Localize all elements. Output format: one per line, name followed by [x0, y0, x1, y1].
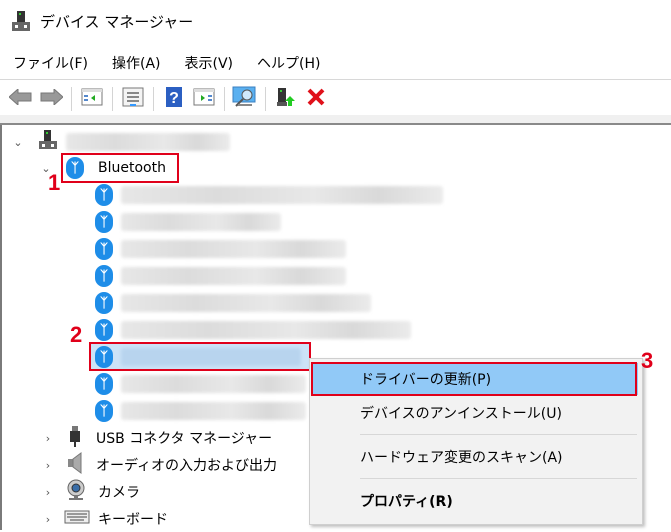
category-label: USB コネクタ マネージャー: [96, 431, 273, 447]
bluetooth-device[interactable]: ᛉ: [95, 398, 306, 424]
menu-bar: ファイル(F) 操作(A) 表示(V) ヘルプ(H): [0, 48, 331, 78]
chevron-right-icon[interactable]: ›: [42, 486, 54, 499]
annotation-number-3: 3: [641, 348, 654, 373]
toolbar-separator: [224, 87, 225, 111]
menu-help[interactable]: ヘルプ(H): [246, 53, 331, 73]
chevron-right-icon[interactable]: ›: [42, 513, 54, 526]
bluetooth-icon: ᛉ: [95, 211, 113, 233]
properties-icon: [122, 87, 144, 111]
uninstall-icon: [307, 88, 325, 110]
properties-button[interactable]: [118, 85, 148, 113]
bluetooth-device[interactable]: ᛉ: [95, 236, 346, 262]
device-name-blurred: [121, 186, 443, 204]
bluetooth-icon: ᛉ: [95, 265, 113, 287]
menu-item-label: プロパティ(R): [360, 494, 453, 510]
toolbar-divider: [0, 79, 671, 80]
uninstall-button[interactable]: [301, 85, 331, 113]
show-hide-console-tree-button[interactable]: [77, 85, 107, 113]
bluetooth-device[interactable]: ᛉ: [95, 290, 371, 316]
annotation-number-2: 2: [70, 322, 83, 347]
bluetooth-icon: ᛉ: [95, 400, 113, 422]
tree-item-usb-connector[interactable]: › USB コネクタ マネージャー: [42, 425, 272, 451]
back-button[interactable]: [6, 85, 36, 113]
bluetooth-device[interactable]: ᛉ: [95, 209, 281, 235]
camera-icon: [66, 479, 86, 505]
toolbar-divider: [0, 115, 671, 125]
tree-root[interactable]: ⌄: [12, 129, 230, 155]
bluetooth-device[interactable]: ᛉ: [95, 371, 306, 397]
toolbar-separator: [265, 87, 266, 111]
back-arrow-icon: [8, 87, 33, 109]
speaker-icon: [66, 452, 84, 478]
device-manager-icon: [10, 9, 32, 33]
title-bar: デバイス マネージャー: [0, 0, 671, 42]
svg-text:?: ?: [169, 90, 179, 107]
computer-icon: [38, 129, 58, 155]
show-hide-action-pane-button[interactable]: [189, 85, 219, 113]
chevron-down-icon[interactable]: ⌄: [12, 136, 24, 149]
annotation-box-1: [61, 153, 179, 183]
bluetooth-icon: ᛉ: [95, 184, 113, 206]
help-icon: ?: [165, 86, 183, 112]
device-name-blurred: [121, 321, 411, 339]
toolbar-separator: [153, 87, 154, 111]
menu-separator: [360, 434, 637, 435]
toolbar: ?: [0, 82, 331, 116]
device-name-blurred: [121, 294, 371, 312]
scan-hardware-icon: [232, 86, 258, 112]
tree-item-camera[interactable]: › カメラ: [42, 479, 140, 505]
menu-action[interactable]: 操作(A): [101, 53, 172, 73]
menu-view[interactable]: 表示(V): [174, 53, 245, 73]
window-title: デバイス マネージャー: [40, 12, 194, 31]
category-label: キーボード: [98, 512, 168, 528]
chevron-right-icon[interactable]: ›: [42, 459, 54, 472]
context-item-properties[interactable]: プロパティ(R): [312, 485, 638, 517]
menu-item-label: デバイスのアンインストール(U): [360, 406, 562, 422]
scan-hardware-button[interactable]: [230, 85, 260, 113]
forward-button[interactable]: [36, 85, 66, 113]
annotation-number-1: 1: [48, 170, 61, 195]
computer-name-blurred: [66, 133, 230, 151]
bluetooth-icon: ᛉ: [95, 238, 113, 260]
tree-item-audio[interactable]: › オーディオの入力および出力: [42, 452, 277, 478]
bluetooth-device[interactable]: ᛉ: [95, 182, 443, 208]
context-item-scan-hardware[interactable]: ハードウェア変更のスキャン(A): [312, 441, 638, 473]
update-driver-icon: [275, 86, 297, 112]
annotation-box-3: [311, 362, 637, 396]
menu-item-label: ハードウェア変更のスキャン(A): [360, 450, 563, 466]
forward-arrow-icon: [39, 87, 64, 109]
bluetooth-device[interactable]: ᛉ: [95, 263, 346, 289]
device-name-blurred: [121, 213, 281, 231]
show-hide-action-pane-icon: [193, 88, 215, 110]
update-driver-button[interactable]: [271, 85, 301, 113]
menu-file[interactable]: ファイル(F): [2, 53, 99, 73]
category-label: カメラ: [98, 485, 140, 501]
chevron-right-icon[interactable]: ›: [42, 432, 54, 445]
keyboard-icon: [64, 510, 90, 528]
device-name-blurred: [121, 240, 346, 258]
bluetooth-icon: ᛉ: [95, 292, 113, 314]
help-button[interactable]: ?: [159, 85, 189, 113]
toolbar-separator: [112, 87, 113, 111]
show-hide-console-tree-icon: [81, 88, 103, 110]
category-label: オーディオの入力および出力: [96, 458, 278, 474]
bluetooth-icon: ᛉ: [95, 373, 113, 395]
device-name-blurred: [121, 402, 306, 420]
tree-item-keyboard[interactable]: › キーボード: [42, 506, 168, 532]
bluetooth-device[interactable]: ᛉ: [95, 317, 411, 343]
annotation-box-2: [89, 342, 311, 371]
device-name-blurred: [121, 375, 306, 393]
context-item-uninstall-device[interactable]: デバイスのアンインストール(U): [312, 397, 638, 429]
bluetooth-icon: ᛉ: [95, 319, 113, 341]
usb-connector-icon: [68, 425, 82, 451]
menu-separator: [360, 478, 637, 479]
device-name-blurred: [121, 267, 346, 285]
toolbar-separator: [71, 87, 72, 111]
